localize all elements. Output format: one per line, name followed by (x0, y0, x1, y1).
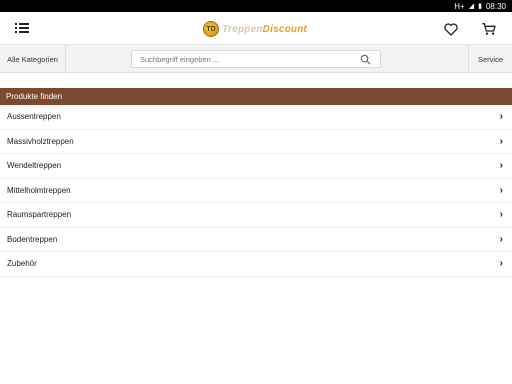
chevron-right-icon: › (499, 258, 503, 270)
signal-icon: ◢ (468, 2, 475, 10)
list-item[interactable]: Bodentreppen › (0, 228, 512, 252)
search-icon[interactable] (360, 54, 371, 65)
list-item[interactable]: Aussentreppen › (0, 105, 512, 130)
list-item-label: Massivholztreppen (7, 136, 74, 146)
list-item[interactable]: Massivholztreppen › (0, 130, 512, 154)
all-categories-button[interactable]: Alle Kategorien (0, 45, 66, 73)
list-item-label: Zubehör (7, 259, 37, 269)
menu-icon[interactable] (15, 22, 29, 34)
network-indicator: H+ (454, 1, 465, 11)
section-header: Produkte finden (0, 88, 512, 105)
battery-icon: ▮ (478, 2, 482, 10)
chevron-right-icon: › (499, 184, 503, 196)
category-list: Aussentreppen › Massivholztreppen › Wendel… (0, 105, 512, 277)
chevron-right-icon: › (499, 160, 503, 172)
list-item-label: Aussentreppen (7, 112, 61, 122)
list-item[interactable]: Mittelholmtreppen › (0, 179, 512, 203)
list-item-label: Raumspartreppen (7, 210, 72, 220)
chevron-right-icon: › (499, 135, 503, 147)
cart-icon[interactable] (481, 21, 497, 37)
logo-badge: TD (203, 21, 219, 37)
chevron-right-icon: › (499, 111, 503, 123)
brand-logo[interactable]: TD TreppenDiscount (203, 20, 307, 38)
status-time: 08:30 (485, 1, 506, 11)
service-button[interactable]: Service (468, 45, 512, 73)
status-bar: H+ ◢ ▮ 08:30 (0, 0, 512, 12)
list-item[interactable]: Zubehör › (0, 252, 512, 277)
list-item-label: Mittelholmtreppen (7, 185, 71, 195)
chevron-right-icon: › (499, 209, 503, 221)
app-header: TD TreppenDiscount (0, 12, 512, 45)
heart-icon[interactable] (443, 21, 459, 37)
list-item[interactable]: Raumspartreppen › (0, 203, 512, 228)
toolbar: Alle Kategorien Service (0, 45, 512, 73)
chevron-right-icon: › (499, 233, 503, 245)
logo-text: TreppenDiscount (222, 23, 308, 35)
list-item-label: Wendeltreppen (7, 161, 62, 171)
list-item-label: Bodentreppen (7, 234, 58, 244)
search-box[interactable] (131, 50, 381, 68)
search-input[interactable] (140, 54, 340, 64)
list-item[interactable]: Wendeltreppen › (0, 154, 512, 179)
